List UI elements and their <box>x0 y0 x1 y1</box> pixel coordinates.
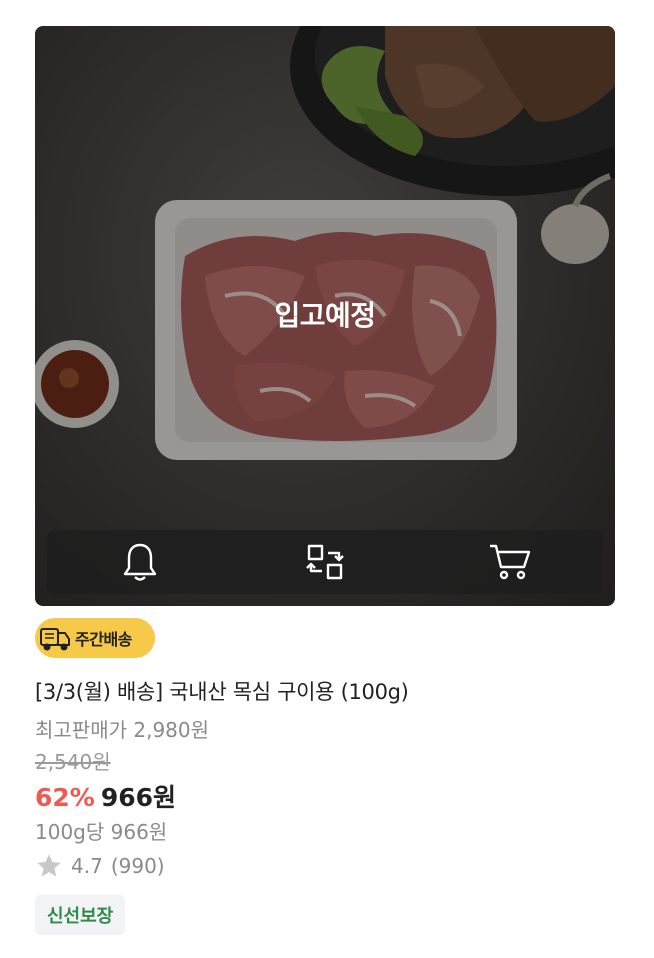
bell-icon <box>123 543 156 581</box>
product-card[interactable]: 입고예정 주간배송 [3/3(월) 배송] 국내산 목심 구이용 (100g) … <box>35 26 615 935</box>
price-row: 62% 966원 <box>35 778 176 814</box>
weekly-delivery-badge: 주간배송 <box>35 618 155 658</box>
rating-value: 4.7 <box>71 854 103 878</box>
original-price: 2,540원 <box>35 750 111 774</box>
image-action-bar <box>47 530 603 594</box>
review-count: (990) <box>110 854 165 878</box>
rating: 4.7 (990) <box>35 852 165 880</box>
unit-price: 100g당 966원 <box>35 820 168 844</box>
compare-button[interactable] <box>293 530 357 594</box>
compare-icon <box>306 544 344 580</box>
freshness-guarantee-tag: 신선보장 <box>35 895 126 935</box>
badge-label: 주간배송 <box>75 630 132 649</box>
coming-soon-label: 입고예정 <box>274 299 376 332</box>
add-to-cart-button[interactable] <box>478 530 542 594</box>
product-image[interactable]: 입고예정 <box>35 26 615 606</box>
max-price: 최고판매가 2,980원 <box>35 718 210 742</box>
cart-icon <box>490 544 531 580</box>
star-icon <box>37 854 61 877</box>
restock-alert-button[interactable] <box>108 530 172 594</box>
sale-price: 966원 <box>100 783 177 812</box>
product-title[interactable]: [3/3(월) 배송] 국내산 목심 구이용 (100g) <box>35 676 409 706</box>
discount-rate: 62% <box>35 783 95 812</box>
delivery-truck-icon <box>40 628 70 651</box>
